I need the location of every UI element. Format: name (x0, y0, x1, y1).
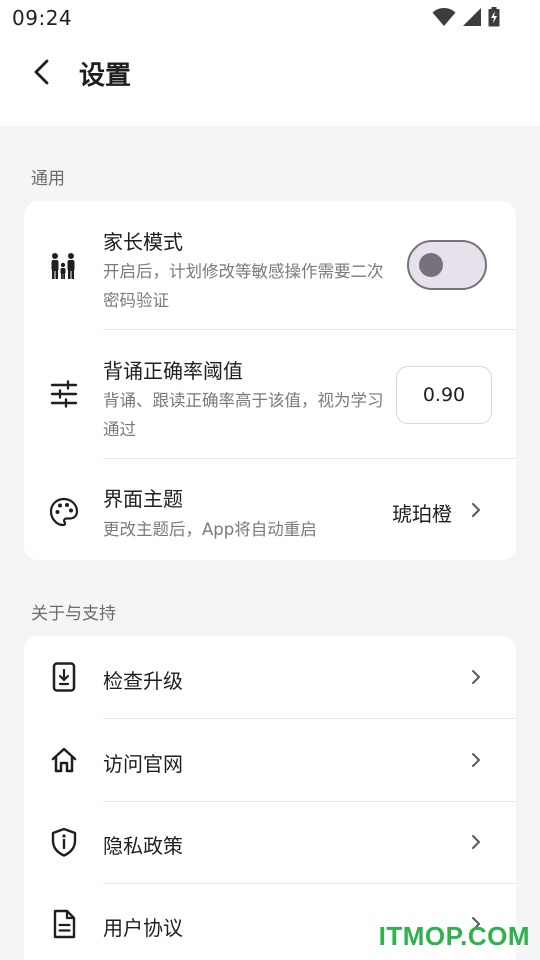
chevron-right-icon (468, 667, 484, 687)
about-card: 检查升级 访问官网 隐私政策 用户协议 (24, 636, 516, 960)
watermark: ITMOP.COM (378, 921, 530, 951)
parent-mode-desc: 开启后，计划修改等敏感操作需要二次密码验证 (103, 262, 384, 310)
shield-info-icon (49, 827, 79, 857)
user-agreement-label: 用户协议 (103, 916, 183, 940)
menu-item-privacy-policy[interactable]: 隐私政策 (24, 802, 516, 884)
parent-mode-title: 家长模式 (103, 230, 183, 254)
section-title-about: 关于与支持 (31, 604, 116, 624)
theme-value: 琥珀橙 (392, 502, 452, 526)
toggle-knob (419, 253, 443, 277)
theme-desc: 更改主题后，App将自动重启 (103, 520, 317, 539)
back-arrow-icon (32, 59, 52, 89)
parent-mode-toggle[interactable] (407, 240, 487, 290)
threshold-title: 背诵正确率阈值 (103, 359, 243, 383)
signal-icon (462, 7, 482, 31)
setting-threshold[interactable]: 背诵正确率阈值 背诵、跟读正确率高于该值，视为学习通过 0.90 (24, 330, 516, 458)
section-title-general: 通用 (31, 169, 65, 189)
setting-theme[interactable]: 界面主题 更改主题后，App将自动重启 琥珀橙 (24, 459, 516, 560)
menu-item-visit-website[interactable]: 访问官网 (24, 719, 516, 801)
phone-download-icon (49, 662, 79, 692)
status-icons (432, 7, 500, 31)
visit-website-label: 访问官网 (103, 752, 183, 776)
page-title: 设置 (79, 61, 132, 91)
back-button[interactable] (24, 56, 60, 92)
family-icon (49, 251, 79, 281)
theme-title: 界面主题 (103, 487, 183, 511)
home-icon (49, 745, 79, 775)
check-update-label: 检查升级 (103, 669, 183, 693)
setting-parent-mode[interactable]: 家长模式 开启后，计划修改等敏感操作需要二次密码验证 (24, 201, 516, 329)
threshold-value-field[interactable]: 0.90 (396, 366, 492, 424)
general-settings-card: 家长模式 开启后，计划修改等敏感操作需要二次密码验证 背诵正确率阈值 背诵、跟读… (24, 201, 516, 560)
sliders-icon (49, 379, 79, 409)
battery-charging-icon (488, 7, 500, 31)
menu-item-check-update[interactable]: 检查升级 (24, 636, 516, 718)
chevron-right-icon (468, 750, 484, 770)
wifi-icon (432, 7, 456, 31)
chevron-right-icon (468, 500, 484, 520)
palette-icon (49, 497, 79, 527)
privacy-policy-label: 隐私政策 (103, 834, 183, 858)
document-icon (49, 909, 79, 939)
app-bar: 设置 (0, 36, 540, 126)
status-bar: 09:24 (0, 0, 540, 36)
chevron-right-icon (468, 832, 484, 852)
threshold-desc: 背诵、跟读正确率高于该值，视为学习通过 (103, 391, 384, 439)
status-time: 09:24 (12, 6, 73, 30)
